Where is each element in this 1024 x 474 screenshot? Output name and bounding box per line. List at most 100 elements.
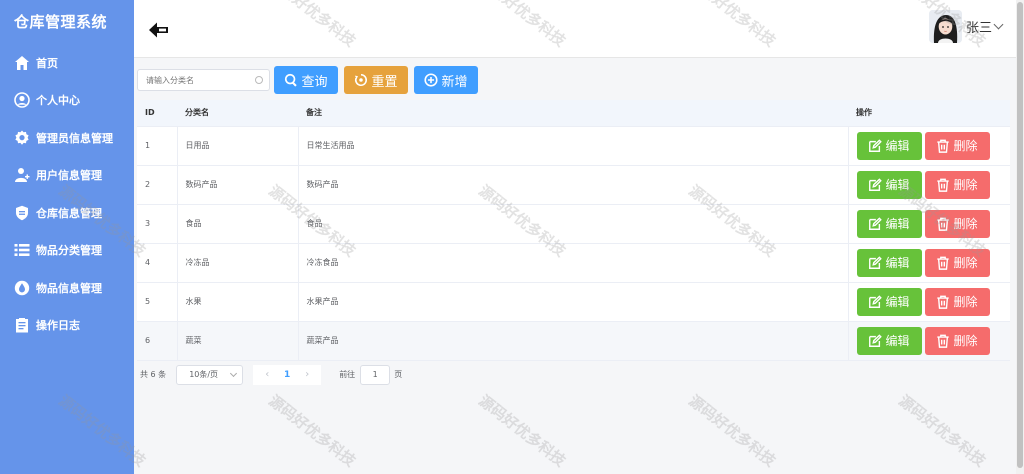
add-button[interactable]: 新增 <box>414 66 478 94</box>
drop-icon <box>13 279 31 297</box>
scrollbar[interactable] <box>1016 0 1024 474</box>
sidebar-item-label: 管理员信息管理 <box>36 131 113 145</box>
person-icon <box>13 91 31 109</box>
back-arrow-icon <box>149 22 168 38</box>
edit-button[interactable]: 编辑 <box>856 131 922 160</box>
edit-button-label: 编辑 <box>885 139 910 153</box>
delete-button[interactable]: 删除 <box>924 209 990 238</box>
sidebar-item-log[interactable]: 操作日志 <box>0 307 134 345</box>
gear-icon <box>13 129 31 147</box>
search-icon <box>285 73 298 87</box>
trash-icon <box>937 178 950 192</box>
sidebar-item-label: 用户信息管理 <box>36 169 102 183</box>
edit-button-label: 编辑 <box>885 178 910 192</box>
user-add-icon <box>13 166 31 184</box>
category-table: ID 分类名 备注 操作 1 日用品 日常生活用品 编辑 删除 2 数码产品 数码产品 编辑 删除… <box>137 100 1010 361</box>
delete-button-label: 删除 <box>953 256 978 270</box>
query-button-label: 查询 <box>301 74 328 90</box>
delete-button[interactable]: 删除 <box>924 131 990 160</box>
table-row: 5 水果 水果产品 编辑 删除 <box>137 282 1010 322</box>
cell-id: 5 <box>137 282 178 322</box>
sidebar: 仓库管理系统 首页 个人中心 管理员信息管理 用户信息管理 仓库信息管理 物品分… <box>0 0 134 474</box>
scrollbar-thumb[interactable] <box>1017 2 1023 468</box>
edit-button-label: 编辑 <box>885 217 910 231</box>
delete-button[interactable]: 删除 <box>924 326 990 355</box>
cell-name: 数码产品 <box>177 165 299 205</box>
avatar <box>928 10 962 43</box>
table-header-row: ID 分类名 备注 操作 <box>137 100 1010 127</box>
column-header-actions: 操作 <box>848 100 1010 127</box>
collapse-button[interactable] <box>148 21 170 39</box>
trash-icon <box>937 334 950 348</box>
toolbar: 查询 重置 新增 <box>137 65 1024 95</box>
home-icon <box>13 54 31 72</box>
sidebar-item-admin[interactable]: 管理员信息管理 <box>0 119 134 157</box>
edit-icon <box>869 216 883 230</box>
clipboard-icon <box>13 316 31 334</box>
cell-note: 食品 <box>298 204 849 244</box>
next-page-icon[interactable]: › <box>299 369 315 380</box>
add-button-label: 新增 <box>441 74 468 90</box>
goto-page-input[interactable]: 1 <box>360 364 391 385</box>
delete-button-label: 删除 <box>953 295 978 309</box>
main-area: 张三 查询 重置 新增 <box>134 0 1024 474</box>
shield-icon <box>13 204 31 222</box>
sidebar-item-goods[interactable]: 物品信息管理 <box>0 269 134 307</box>
edit-button-label: 编辑 <box>885 334 910 348</box>
chevron-down-icon <box>230 369 238 377</box>
delete-button[interactable]: 删除 <box>924 248 990 277</box>
delete-button[interactable]: 删除 <box>924 287 990 316</box>
cell-name: 食品 <box>177 204 299 244</box>
sidebar-item-label: 个人中心 <box>36 94 80 108</box>
table-row: 6 蔬菜 蔬菜产品 编辑 删除 <box>137 321 1010 361</box>
cell-actions: 编辑 删除 <box>848 126 1010 166</box>
sidebar-item-home[interactable]: 首页 <box>0 44 134 82</box>
sidebar-item-warehouse[interactable]: 仓库信息管理 <box>0 194 134 232</box>
delete-button-label: 删除 <box>953 217 978 231</box>
delete-button-label: 删除 <box>953 334 978 348</box>
prev-page-icon[interactable]: ‹ <box>259 369 275 380</box>
trash-icon <box>937 295 950 309</box>
chevron-down-icon <box>993 19 1004 30</box>
cell-actions: 编辑 删除 <box>848 282 1010 322</box>
delete-button[interactable]: 删除 <box>924 170 990 199</box>
trash-icon <box>937 139 950 153</box>
edit-icon <box>869 138 883 152</box>
reset-button-label: 重置 <box>371 74 398 90</box>
edit-icon <box>869 333 883 347</box>
user-menu[interactable]: 张三 <box>928 10 1004 43</box>
sidebar-item-users[interactable]: 用户信息管理 <box>0 157 134 195</box>
edit-button[interactable]: 编辑 <box>856 209 922 238</box>
reset-button[interactable]: 重置 <box>344 66 408 94</box>
cell-name: 日用品 <box>177 126 299 166</box>
edit-button[interactable]: 编辑 <box>856 287 922 316</box>
sidebar-item-profile[interactable]: 个人中心 <box>0 82 134 120</box>
column-header-note: 备注 <box>298 100 848 127</box>
sidebar-item-category[interactable]: 物品分类管理 <box>0 232 134 270</box>
sidebar-item-label: 首页 <box>36 56 58 70</box>
cell-name: 蔬菜 <box>177 321 299 361</box>
cell-note: 数码产品 <box>298 165 849 205</box>
cell-name: 水果 <box>177 282 299 322</box>
username: 张三 <box>965 21 992 36</box>
add-icon <box>424 73 439 87</box>
clear-icon[interactable] <box>255 76 263 84</box>
edit-button[interactable]: 编辑 <box>856 170 922 199</box>
trash-icon <box>937 217 950 231</box>
query-button[interactable]: 查询 <box>274 66 338 94</box>
page-number[interactable]: 1 <box>275 370 299 380</box>
edit-button[interactable]: 编辑 <box>856 326 922 355</box>
refresh-icon <box>355 73 368 86</box>
column-header-name: 分类名 <box>177 100 298 127</box>
cell-id: 1 <box>137 126 178 166</box>
cell-note: 蔬菜产品 <box>298 321 849 361</box>
page-size-select[interactable]: 10条/页 <box>176 364 244 385</box>
edit-button[interactable]: 编辑 <box>856 248 922 277</box>
table-row: 3 食品 食品 编辑 删除 <box>137 204 1010 244</box>
page-nav: ‹ 1 › <box>253 364 322 385</box>
column-header-id: ID <box>137 100 177 127</box>
page-size-value: 10条/页 <box>189 370 219 379</box>
search-input[interactable] <box>146 75 255 85</box>
sidebar-item-label: 物品分类管理 <box>36 244 102 258</box>
cell-id: 3 <box>137 204 178 244</box>
